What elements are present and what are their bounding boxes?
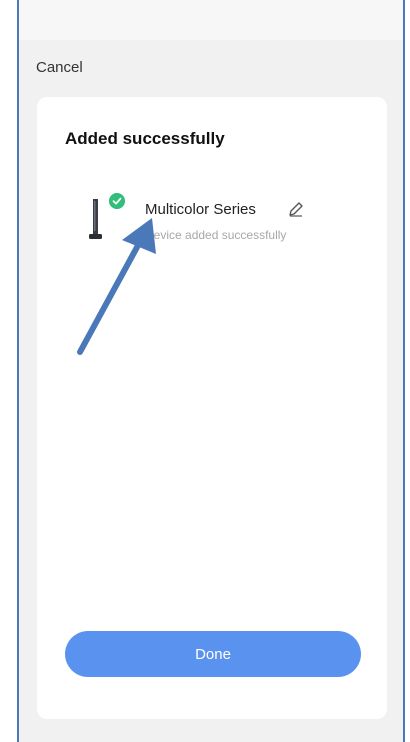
device-icon [89, 199, 102, 239]
done-button[interactable]: Done [65, 631, 361, 677]
status-bar [19, 0, 403, 40]
device-row: Multicolor Series Device added successfu… [37, 193, 387, 253]
pencil-icon[interactable] [286, 199, 306, 219]
card-title: Added successfully [65, 129, 225, 148]
check-circle-icon [109, 193, 125, 209]
device-name: Multicolor Series [145, 201, 256, 218]
app-screen: Cancel Added successfully Multicolor Ser… [17, 0, 405, 742]
cancel-button[interactable]: Cancel [36, 59, 83, 76]
result-card: Added successfully Multicolor Series Dev… [37, 97, 387, 719]
device-status: Device added successfully [145, 228, 287, 242]
